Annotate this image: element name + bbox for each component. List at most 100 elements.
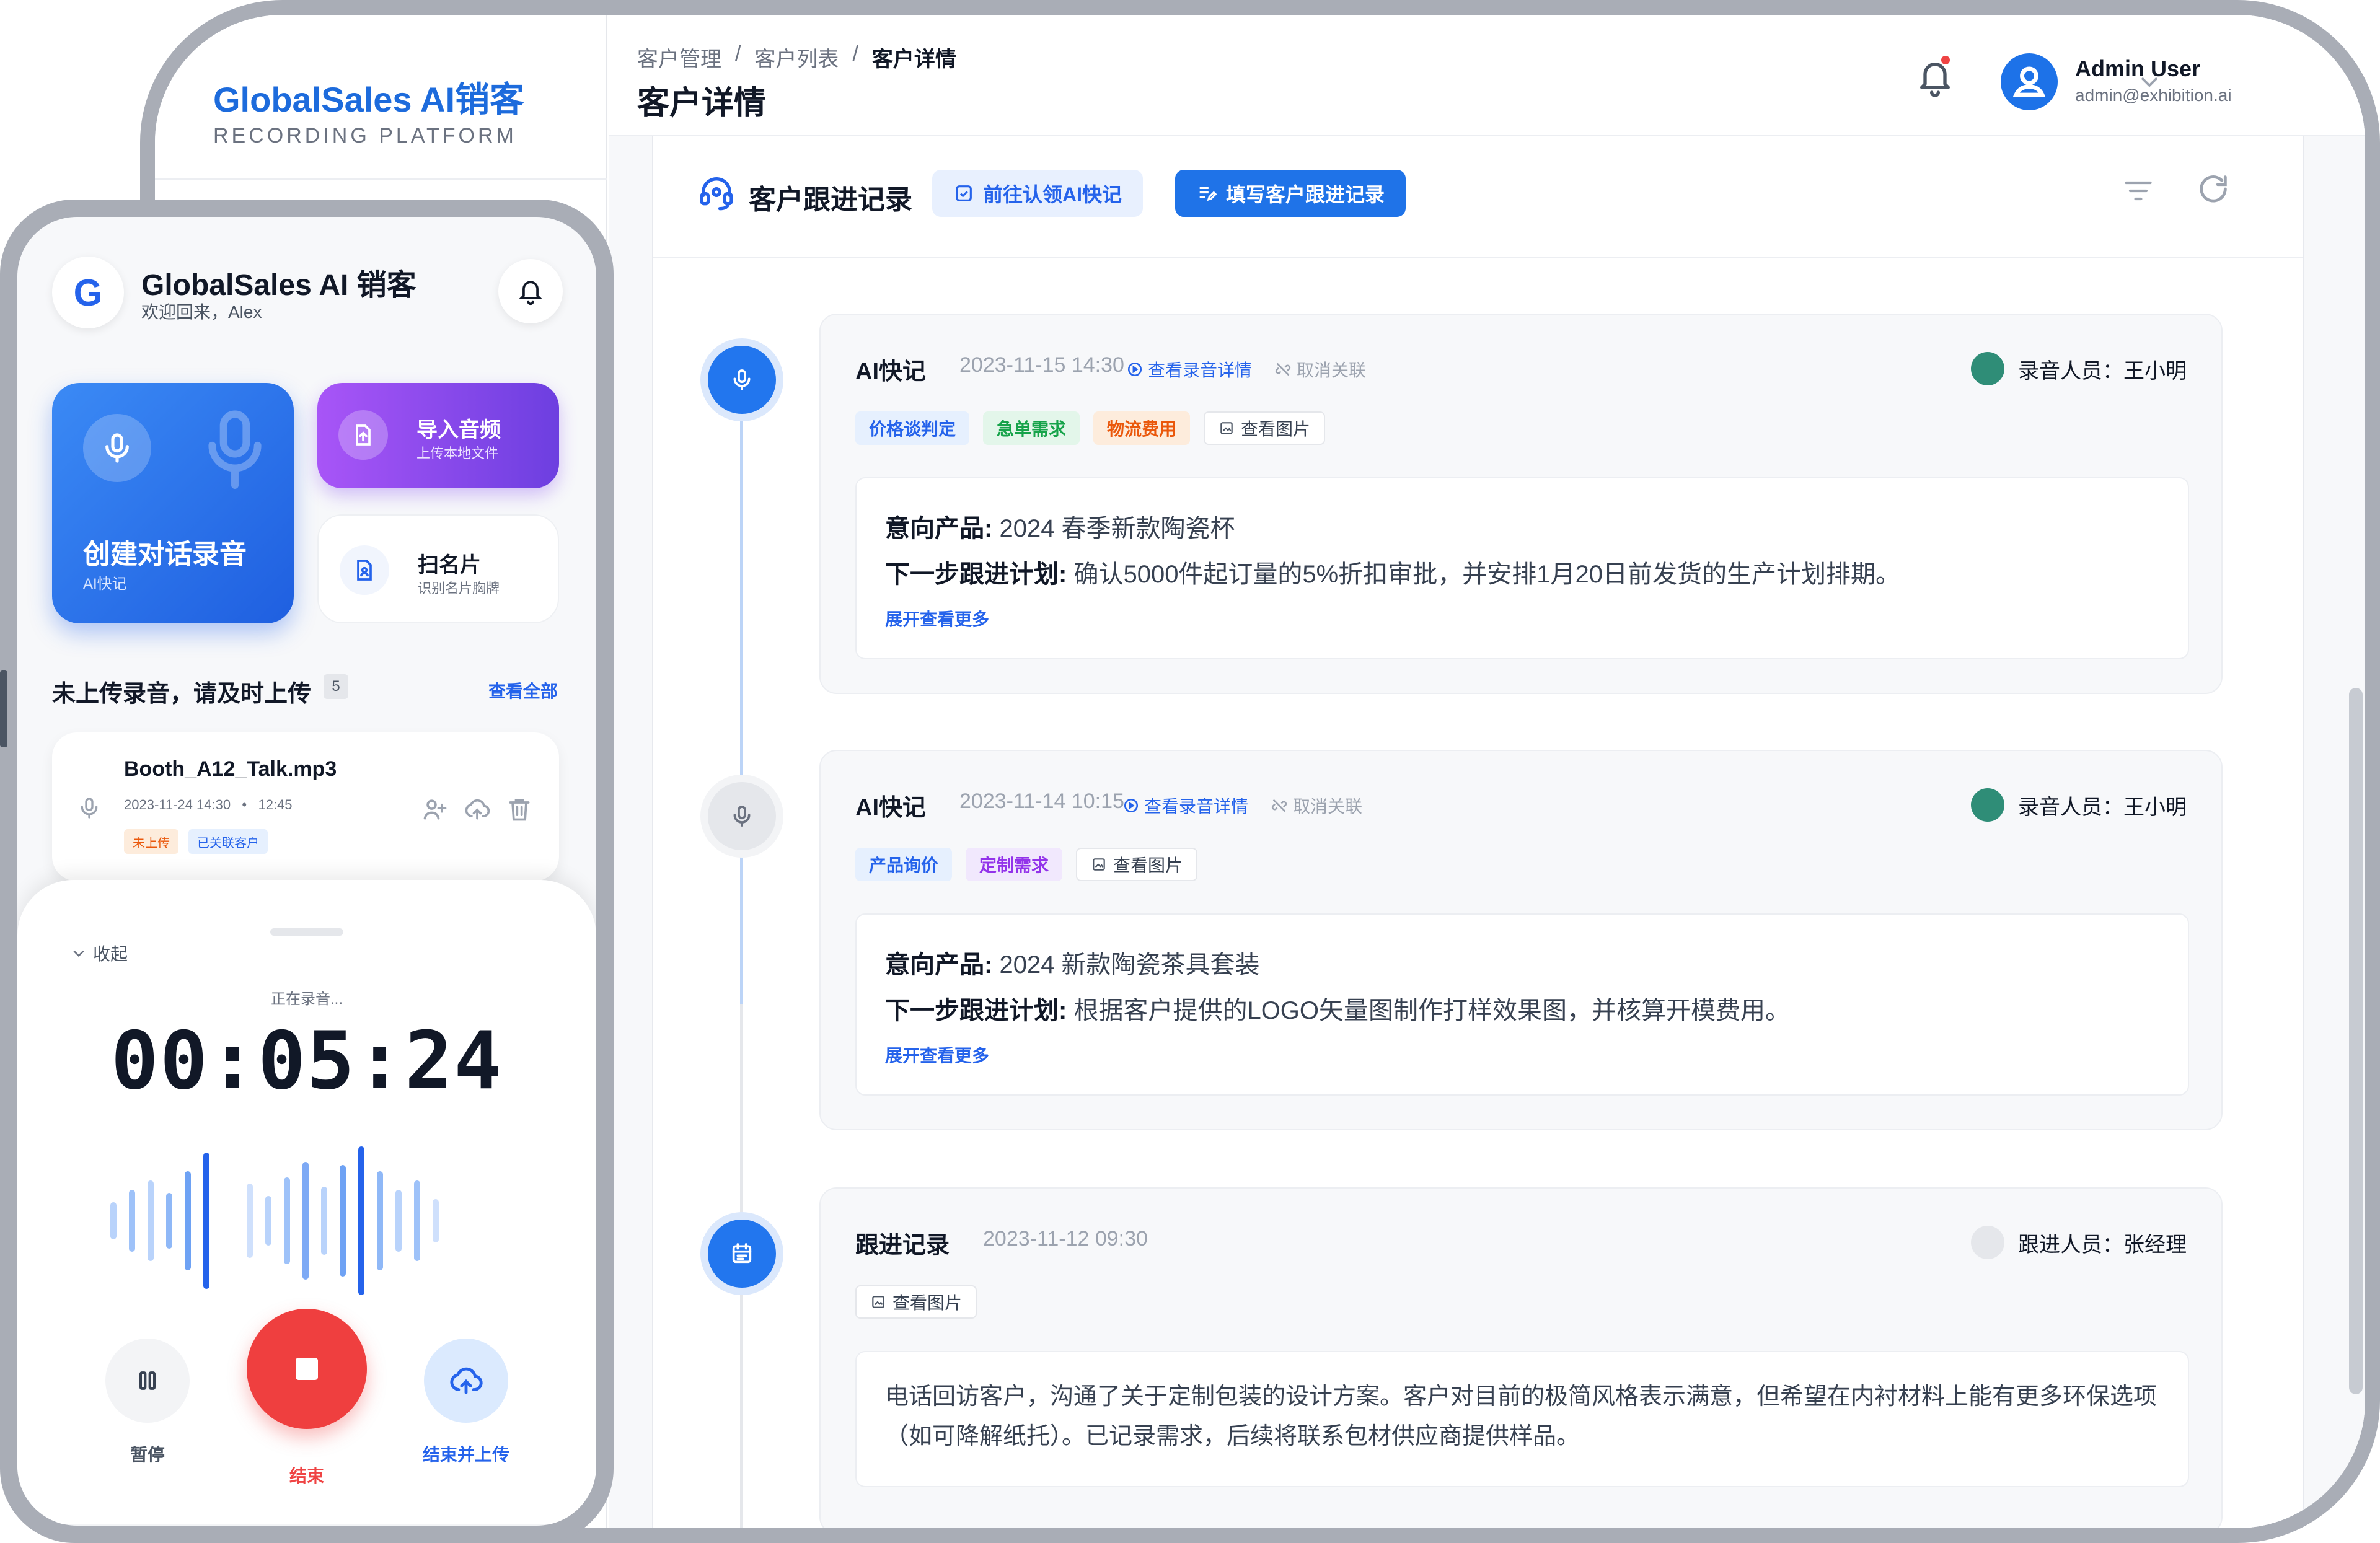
recording-status: 正在录音... [270,991,343,1008]
recorder-name: 录音人员：王小明 [2018,795,2187,819]
view-image-button[interactable]: 查看图片 [855,1285,977,1319]
next-plan: 下一步跟进计划: 根据客户提供的LOGO矢量图制作打样效果图，并核算开模费用。 [885,990,1790,1026]
waveform-bar [110,1202,117,1239]
unlink-label: 取消关联 [1297,361,1367,380]
entry-type: AI快记 [855,359,927,385]
tag: 产品询价 [855,848,953,881]
waveform-bar [414,1180,420,1261]
page-title: 客户详情 [637,86,767,121]
tag: 物流费用 [1093,411,1191,445]
create-recording-tile[interactable]: 创建对话录音 AI快记 [52,383,294,623]
view-all-link[interactable]: 查看全部 [488,678,558,703]
waveform-bar [166,1193,172,1249]
write-followup-label: 填写客户跟进记录 [1226,183,1385,206]
waveform-bar [247,1184,253,1258]
claim-ai-notes-button[interactable]: 前往认领AI快记 [932,170,1144,217]
person-icon [1971,1226,2004,1259]
view-recording-label: 查看录音详情 [1144,797,1249,816]
bell-icon [518,281,543,306]
file-name: Booth_A12_Talk.mp3 [124,757,337,781]
microphone-icon [733,369,751,390]
refresh-icon[interactable] [2195,171,2231,207]
breadcrumb-item-customer-list[interactable]: 客户列表 [754,42,839,73]
audio-waveform [110,1146,439,1295]
view-image-button[interactable]: 查看图片 [1204,411,1326,445]
collapse-button[interactable]: 收起 [71,941,128,965]
file-tags: 未上传 已关联客户 [124,829,268,854]
unlink-link[interactable]: 取消关联 [1274,357,1366,382]
status-badge-linked: 已关联客户 [188,829,268,854]
phone-side-button [0,670,7,747]
play-circle-icon [1127,362,1142,377]
entry-body: 意向产品: 2024 春季新款陶瓷杯 下一步跟进计划: 确认5000件起订量的5… [855,477,2189,659]
collapse-label: 收起 [93,944,128,964]
breadcrumb: 客户管理 / 客户列表 / 客户详情 [637,42,956,73]
import-audio-tile[interactable]: 导入音频 上传本地文件 [317,383,559,488]
file-date: 2023-11-24 14:30 [124,797,231,812]
entry-tags: 产品询价 定制需求 查看图片 [855,848,1198,881]
waveform-bar [129,1190,135,1252]
followup-card: 客户跟进记录 前往认领AI快记 填写客户跟进记录 AI快记 2023-11-15… [652,136,2304,1528]
pause-button[interactable] [105,1339,190,1423]
app-notification-button[interactable] [498,259,563,323]
waveform-bar [433,1199,439,1242]
play-circle-icon [1124,798,1139,813]
expand-more-link[interactable]: 展开查看更多 [885,606,989,631]
sheet-drag-handle[interactable] [270,928,343,936]
recorder-name: 录音人员：王小明 [2018,359,2187,383]
recorder-info: 录音人员：王小明 [1971,788,2187,822]
add-user-icon[interactable] [421,796,449,823]
user-avatar[interactable] [2001,53,2058,110]
waveform-bar [284,1177,290,1264]
waveform-bar [340,1165,346,1277]
entry-tags: 查看图片 [855,1285,977,1319]
followup-entry: AI快记 2023-11-14 10:15 查看录音详情 取消关联 录音人员：王… [819,750,2223,1130]
expand-more-link[interactable]: 展开查看更多 [885,1042,989,1067]
view-image-label: 查看图片 [1241,420,1311,439]
microphone-watermark-icon [208,410,262,489]
scrollbar[interactable] [2349,688,2363,1394]
timeline-node-calendar [708,1220,776,1288]
phone-device-frame: G GlobalSales AI 销客 欢迎回来，Alex 创建对话录音 AI快… [0,200,614,1543]
recorder-info: 跟进人员：张经理 [1971,1226,2187,1259]
view-recording-link[interactable]: 查看录音详情 [1123,793,1248,818]
recording-file-card[interactable]: Booth_A12_Talk.mp3 2023-11-24 14:30 • 12… [52,732,559,881]
unlink-link[interactable]: 取消关联 [1271,793,1362,818]
stop-icon [296,1358,318,1380]
headset-agent-icon [700,177,733,211]
brand-title: GlobalSales AI销客 [213,80,525,119]
next-plan: 下一步跟进计划: 确认5000件起订量的5%折扣审批，并安排1月20日前发货的生… [885,554,1900,590]
timeline-node-mic [708,346,776,414]
chevron-down-icon[interactable] [2138,74,2161,89]
claim-ai-notes-label: 前往认领AI快记 [983,183,1122,206]
intended-product: 意向产品: 2024 春季新款陶瓷杯 [885,508,1235,544]
unlink-icon [1271,799,1287,812]
waveform-bar [395,1190,402,1252]
followup-entry: AI快记 2023-11-15 14:30 查看录音详情 取消关联 录音人员：王… [819,314,2223,694]
view-recording-link[interactable]: 查看录音详情 [1127,357,1252,382]
write-followup-button[interactable]: 填写客户跟进记录 [1175,170,1406,217]
phone-screen: G GlobalSales AI 销客 欢迎回来，Alex 创建对话录音 AI快… [17,217,596,1526]
waveform-bar [358,1146,364,1295]
pause-label: 暂停 [130,1445,165,1464]
stop-button[interactable] [247,1309,367,1429]
finish-upload-button[interactable] [424,1339,508,1423]
unlink-icon [1275,363,1291,376]
edit-note-icon [1199,187,1217,201]
breadcrumb-item-customer-mgmt[interactable]: 客户管理 [637,42,721,73]
trash-icon[interactable] [506,796,533,823]
timeline-node-mic [708,782,776,850]
breadcrumb-separator: / [852,42,858,66]
scan-card-subtitle: 识别名片胸牌 [418,581,500,596]
filter-icon[interactable] [2122,175,2154,207]
microphone-icon [105,433,129,463]
cloud-upload-icon[interactable] [464,796,491,823]
check-square-icon [956,185,972,201]
app-title: GlobalSales AI 销客 [141,269,416,302]
breadcrumb-item-current: 客户详情 [871,48,956,71]
notification-badge [1941,56,1950,64]
scan-card-tile[interactable]: 扫名片 识别名片胸牌 [317,514,559,623]
view-image-button[interactable]: 查看图片 [1076,848,1198,881]
recorder-avatar [1971,788,2004,822]
entry-body: 电话回访客户，沟通了关于定制包装的设计方案。客户对目前的极简风格表示满意，但希望… [855,1351,2189,1487]
